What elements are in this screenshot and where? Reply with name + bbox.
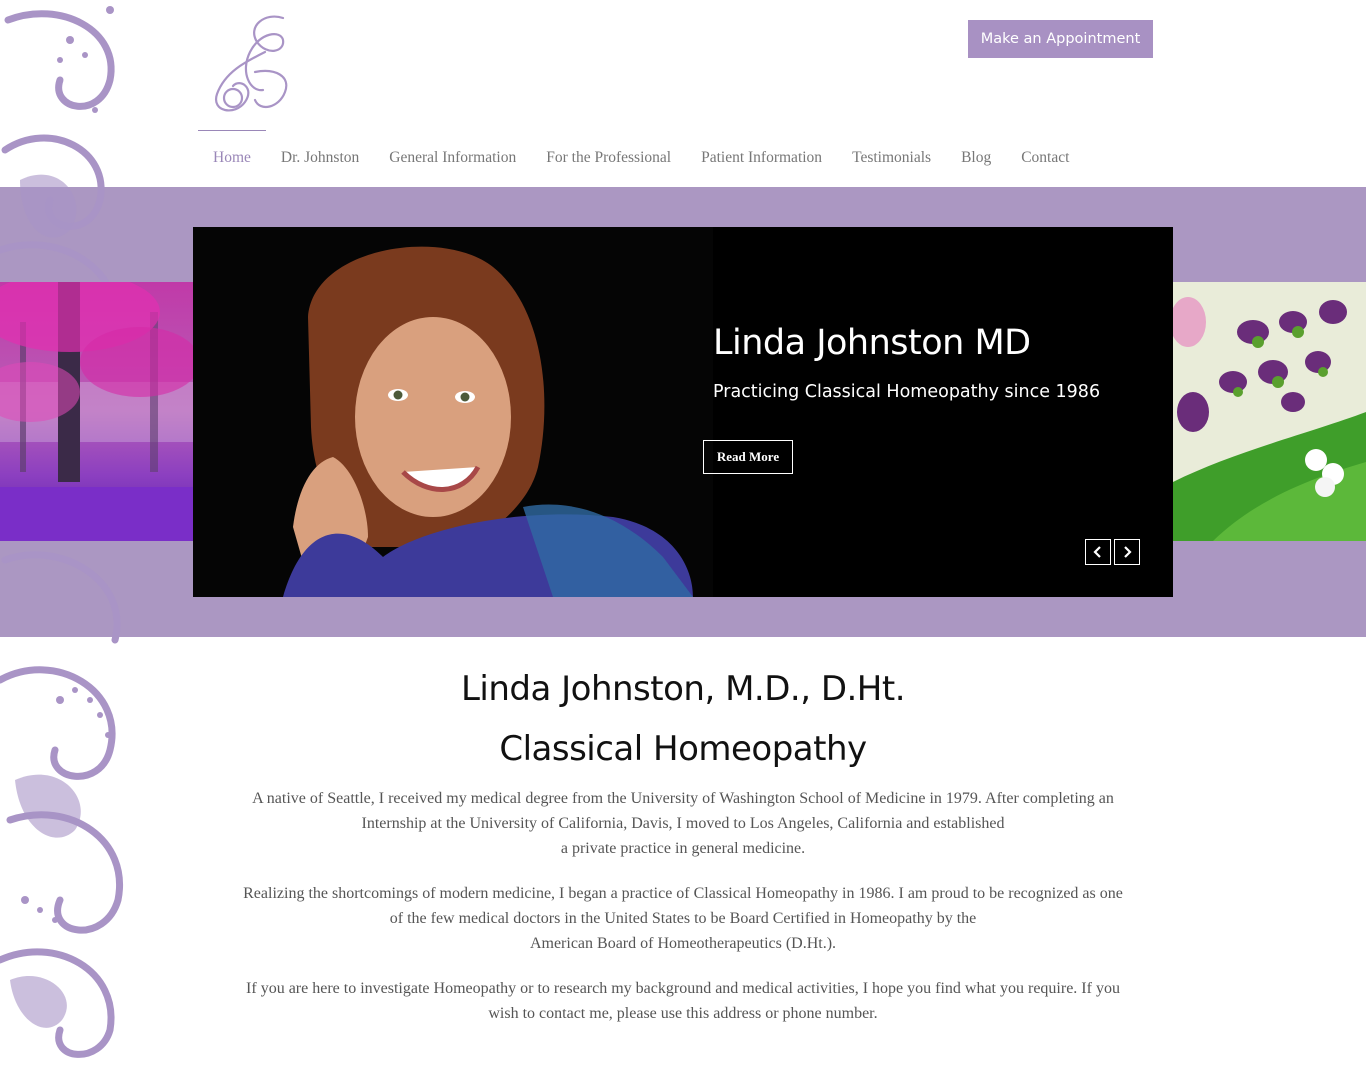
side-image-purple-forest	[0, 282, 193, 541]
nav-item-blog[interactable]: Blog	[946, 128, 1006, 183]
paragraph-line: a private practice in general medicine.	[560, 840, 806, 857]
paragraph-line: American Board of Homeotherapeutics (D.H…	[529, 935, 837, 952]
nav-item-dr-johnston[interactable]: Dr. Johnston	[266, 128, 374, 183]
slide-next-button[interactable]	[1114, 539, 1140, 565]
portrait-photo	[193, 227, 713, 597]
paragraph-line: If you are here to investigate Homeopath…	[246, 980, 1120, 997]
nav-item-testimonials[interactable]: Testimonials	[837, 128, 946, 183]
read-more-button[interactable]: Read More	[703, 440, 793, 474]
contact-paragraph: If you are here to investigate Homeopath…	[200, 976, 1166, 1026]
hero-slide: Linda Johnston MD Practicing Classical H…	[193, 227, 1173, 597]
nav-item-home[interactable]: Home	[198, 128, 266, 183]
page-subtitle: Classical Homeopathy	[499, 729, 867, 769]
make-appointment-button[interactable]: Make an Appointment	[968, 20, 1153, 58]
nav-item-for-the-professional[interactable]: For the Professional	[531, 128, 686, 183]
nav-item-contact[interactable]: Contact	[1006, 128, 1084, 183]
paragraph-line: Realizing the shortcomings of modern med…	[243, 885, 1123, 902]
page-title: Linda Johnston, M.D., D.Ht.	[460, 669, 906, 709]
logo[interactable]	[205, 12, 300, 120]
homeopathy-paragraph: Realizing the shortcomings of modern med…	[200, 881, 1166, 956]
slide-title: Linda Johnston MD	[713, 323, 1031, 363]
slide-prev-button[interactable]	[1085, 539, 1111, 565]
paragraph-line: A native of Seattle, I received my medic…	[252, 790, 1114, 807]
chevron-right-icon	[1124, 546, 1132, 558]
paragraph-line: Internship at the University of Californ…	[361, 815, 1005, 832]
paragraph-line: wish to contact me, please use this addr…	[488, 1005, 878, 1022]
paragraph-line: of the few medical doctors in the United…	[389, 910, 977, 927]
nav-item-general-information[interactable]: General Information	[374, 128, 531, 183]
main-content: Linda Johnston, M.D., D.Ht. Classical Ho…	[200, 662, 1166, 1046]
intro-paragraph: A native of Seattle, I received my medic…	[200, 786, 1166, 861]
slide-subtitle: Practicing Classical Homeopathy since 19…	[713, 382, 1101, 402]
chevron-left-icon	[1093, 546, 1101, 558]
nav-item-patient-information[interactable]: Patient Information	[686, 128, 837, 183]
main-nav: Home Dr. Johnston General Information Fo…	[198, 128, 1084, 183]
side-image-flowers	[1173, 282, 1366, 541]
